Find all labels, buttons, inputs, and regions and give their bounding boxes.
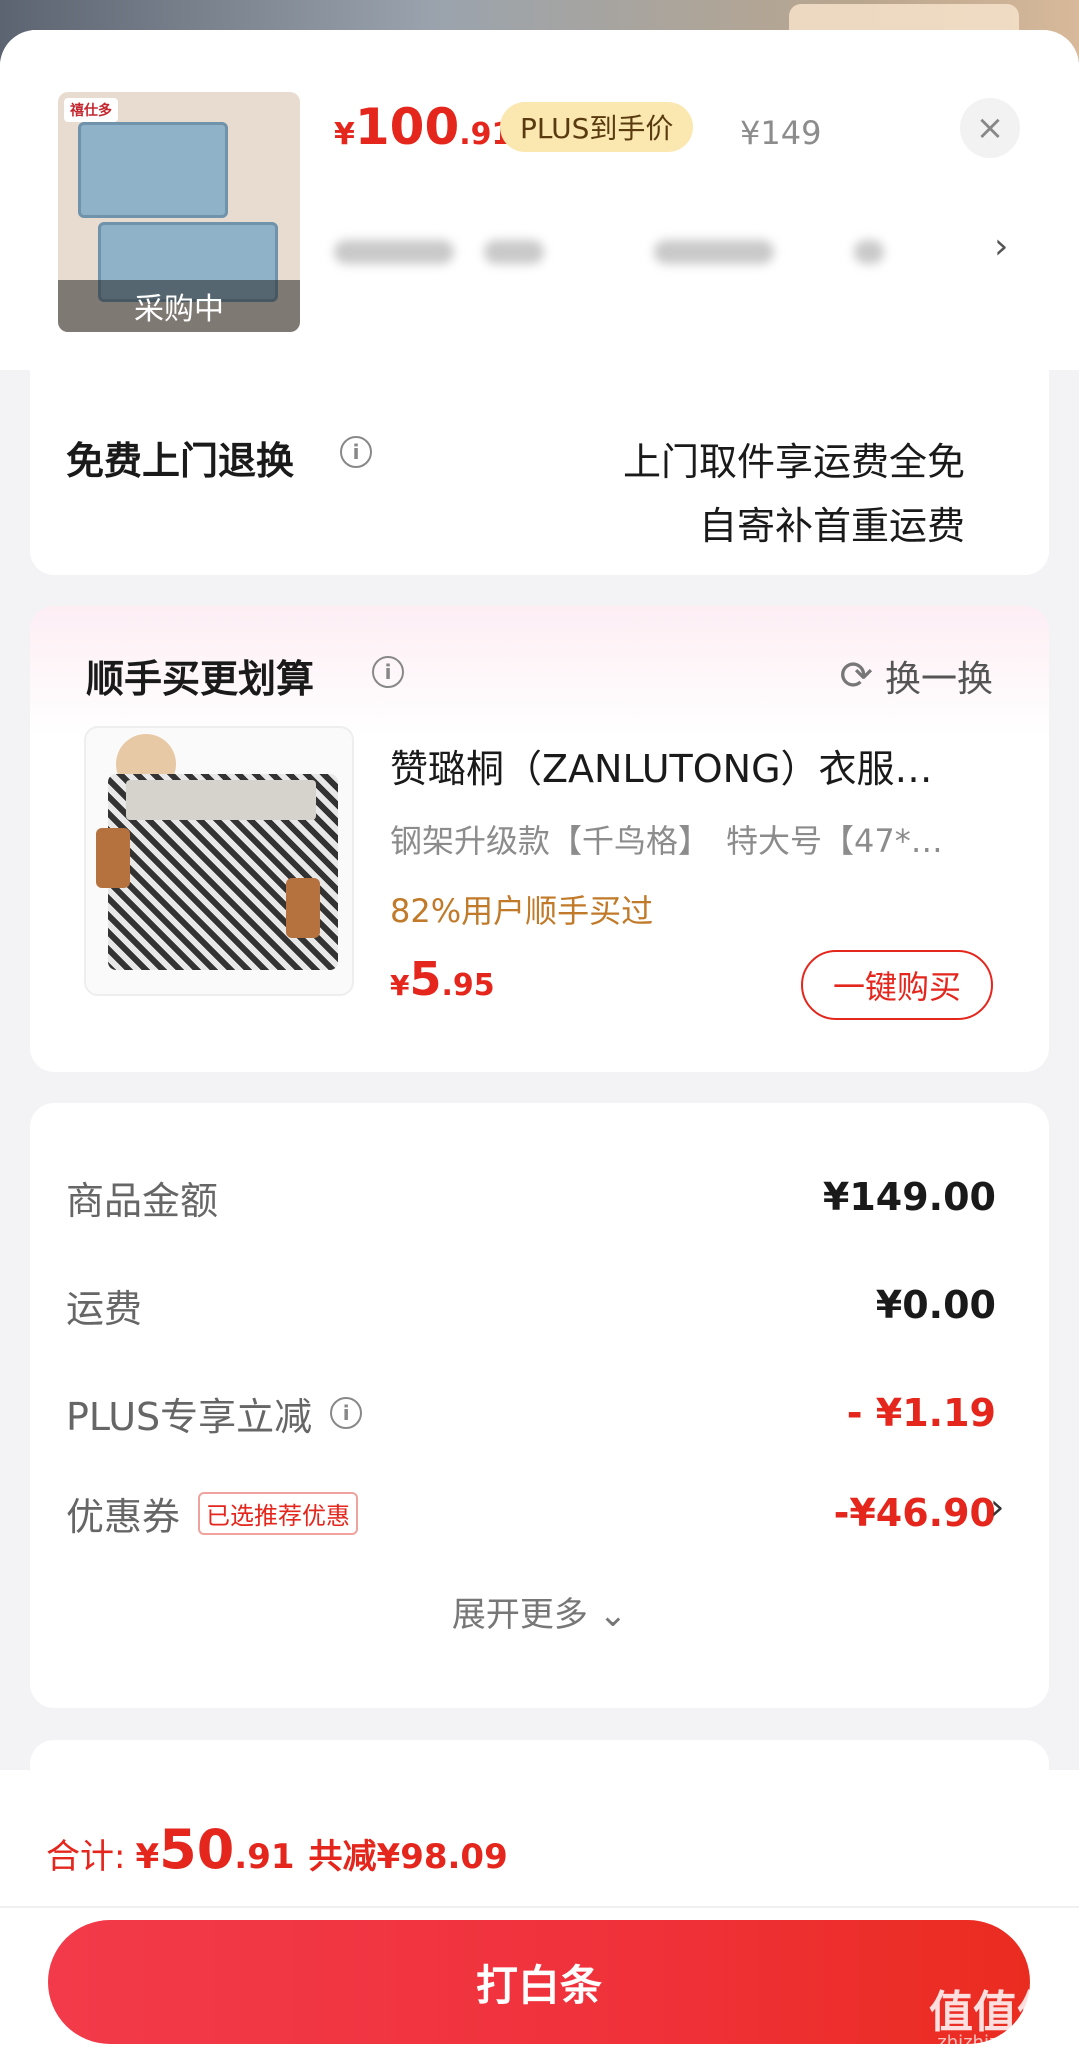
bundle-item-spec: 钢架升级款【千鸟格】 特大号【47*… (390, 822, 943, 860)
return-service-card: 免费上门退换 i 上门取件享运费全免 自寄补首重运费 (30, 370, 1049, 575)
bundle-price-integer: 5 (409, 952, 442, 1006)
checkout-sheet: 禧仕多 采购中 ¥ 100 .91 PLUS到手价 ¥149 × › 免费上门退… (0, 30, 1079, 2051)
bundle-item-price: ¥ 5 .95 (390, 952, 495, 1006)
info-icon[interactable]: i (340, 436, 372, 468)
spec-blurred-text (854, 240, 884, 264)
expand-more-button[interactable]: 展开更多 ⌄ (30, 1587, 1049, 1636)
image-handle (96, 828, 130, 888)
spec-blurred-text (484, 240, 544, 264)
return-line-1: 上门取件享运费全免 (622, 440, 965, 484)
goods-amount-row: 商品金额 ¥149.00 (66, 1167, 996, 1227)
refresh-icon: ⟳ (839, 653, 873, 699)
thumb-box-top (78, 122, 228, 218)
plus-discount-label: PLUS专享立减 (66, 1394, 313, 1439)
total-saving: 共减¥98.09 (308, 1837, 508, 1877)
coupon-recommended-tag: 已选推荐优惠 (198, 1491, 359, 1535)
bundle-price-decimal: .95 (441, 968, 495, 1003)
expand-more-label: 展开更多 (451, 1595, 588, 1635)
divider (0, 1906, 1079, 1908)
product-thumbnail[interactable]: 禧仕多 采购中 (58, 92, 300, 332)
info-icon[interactable]: i (372, 656, 404, 688)
total-integer: 50 (159, 1818, 235, 1881)
watermark-url: zhizhizhi.com (937, 2032, 1059, 2051)
coupon-label-wrap: 优惠券 已选推荐优惠 (66, 1486, 359, 1541)
swap-button[interactable]: ⟳ 换一换 (839, 650, 993, 702)
chevron-right-icon[interactable]: › (990, 1487, 1004, 1528)
coupon-label: 优惠券 (66, 1494, 181, 1539)
total-currency: ¥ (135, 1837, 160, 1877)
info-icon[interactable]: i (330, 1397, 363, 1429)
close-icon: × (975, 108, 1005, 148)
plus-price-badge: PLUS到手价 (500, 102, 694, 152)
return-service-title: 免费上门退换 (66, 439, 295, 483)
goods-amount-value: ¥149.00 (822, 1175, 996, 1219)
amount-summary-card: 商品金额 ¥149.00 运费 ¥0.00 PLUS专享立减 i - ¥1.19… (30, 1103, 1049, 1708)
bundle-item-name[interactable]: 赞璐桐（ZANLUTONG）衣服… (390, 738, 1010, 793)
checkout-footer: 合计: ¥ 50 .91 共减¥98.09 打白条 值值值 zhizhizhi.… (0, 1770, 1079, 2051)
spec-selector[interactable] (334, 230, 974, 270)
plus-discount-row: PLUS专享立减 i - ¥1.19 (66, 1383, 996, 1443)
shipping-label: 运费 (66, 1286, 143, 1331)
thumb-status-overlay: 采购中 (58, 280, 300, 332)
close-button[interactable]: × (960, 98, 1020, 158)
total-decimal: .91 (234, 1837, 295, 1877)
chevron-right-icon[interactable]: › (994, 226, 1008, 267)
spec-blurred-text (334, 240, 454, 264)
original-price: ¥149 (740, 114, 822, 152)
bundle-title: 顺手买更划算 (86, 657, 315, 701)
total-summary: 合计: ¥ 50 .91 共减¥98.09 (46, 1818, 508, 1881)
total-label: 合计: (46, 1837, 126, 1877)
spec-blurred-text (654, 240, 774, 264)
image-handle (286, 878, 320, 938)
shipping-row: 运费 ¥0.00 (66, 1275, 996, 1335)
shipping-value: ¥0.00 (875, 1283, 996, 1327)
coupon-row[interactable]: 优惠券 已选推荐优惠 -¥46.90 (66, 1483, 996, 1543)
product-header: 禧仕多 采购中 ¥ 100 .91 PLUS到手价 ¥149 × › (0, 30, 1079, 370)
image-basket-rim (126, 780, 316, 820)
price-integer: 100 (354, 98, 460, 156)
product-price: ¥ 100 .91 (334, 98, 512, 168)
watermark-logo: 值值值 (929, 1987, 1061, 2038)
return-service-desc: 上门取件享运费全免 自寄补首重运费 (623, 430, 965, 558)
bundle-social-proof: 82%用户顺手买过 (390, 892, 654, 930)
plus-discount-value: - ¥1.19 (846, 1391, 996, 1435)
pay-button[interactable]: 打白条 (48, 1920, 1030, 2044)
chevron-down-icon: ⌄ (598, 1595, 628, 1635)
plus-discount-label-wrap: PLUS专享立减 i (66, 1386, 363, 1441)
price-currency: ¥ (334, 117, 355, 152)
swap-label: 换一换 (884, 659, 993, 700)
coupon-value: -¥46.90 (833, 1491, 996, 1535)
one-click-buy-button[interactable]: 一键购买 (801, 950, 993, 1020)
thumb-brand-logo: 禧仕多 (64, 98, 118, 122)
bundle-card: 顺手买更划算 i ⟳ 换一换 赞璐桐（ZANLUTONG）衣服… 钢架升级款【千… (30, 606, 1049, 1072)
return-line-2: 自寄补首重运费 (698, 504, 965, 548)
goods-amount-label: 商品金额 (66, 1178, 219, 1223)
bundle-item-image[interactable] (84, 726, 354, 996)
bundle-price-currency: ¥ (390, 969, 410, 1002)
